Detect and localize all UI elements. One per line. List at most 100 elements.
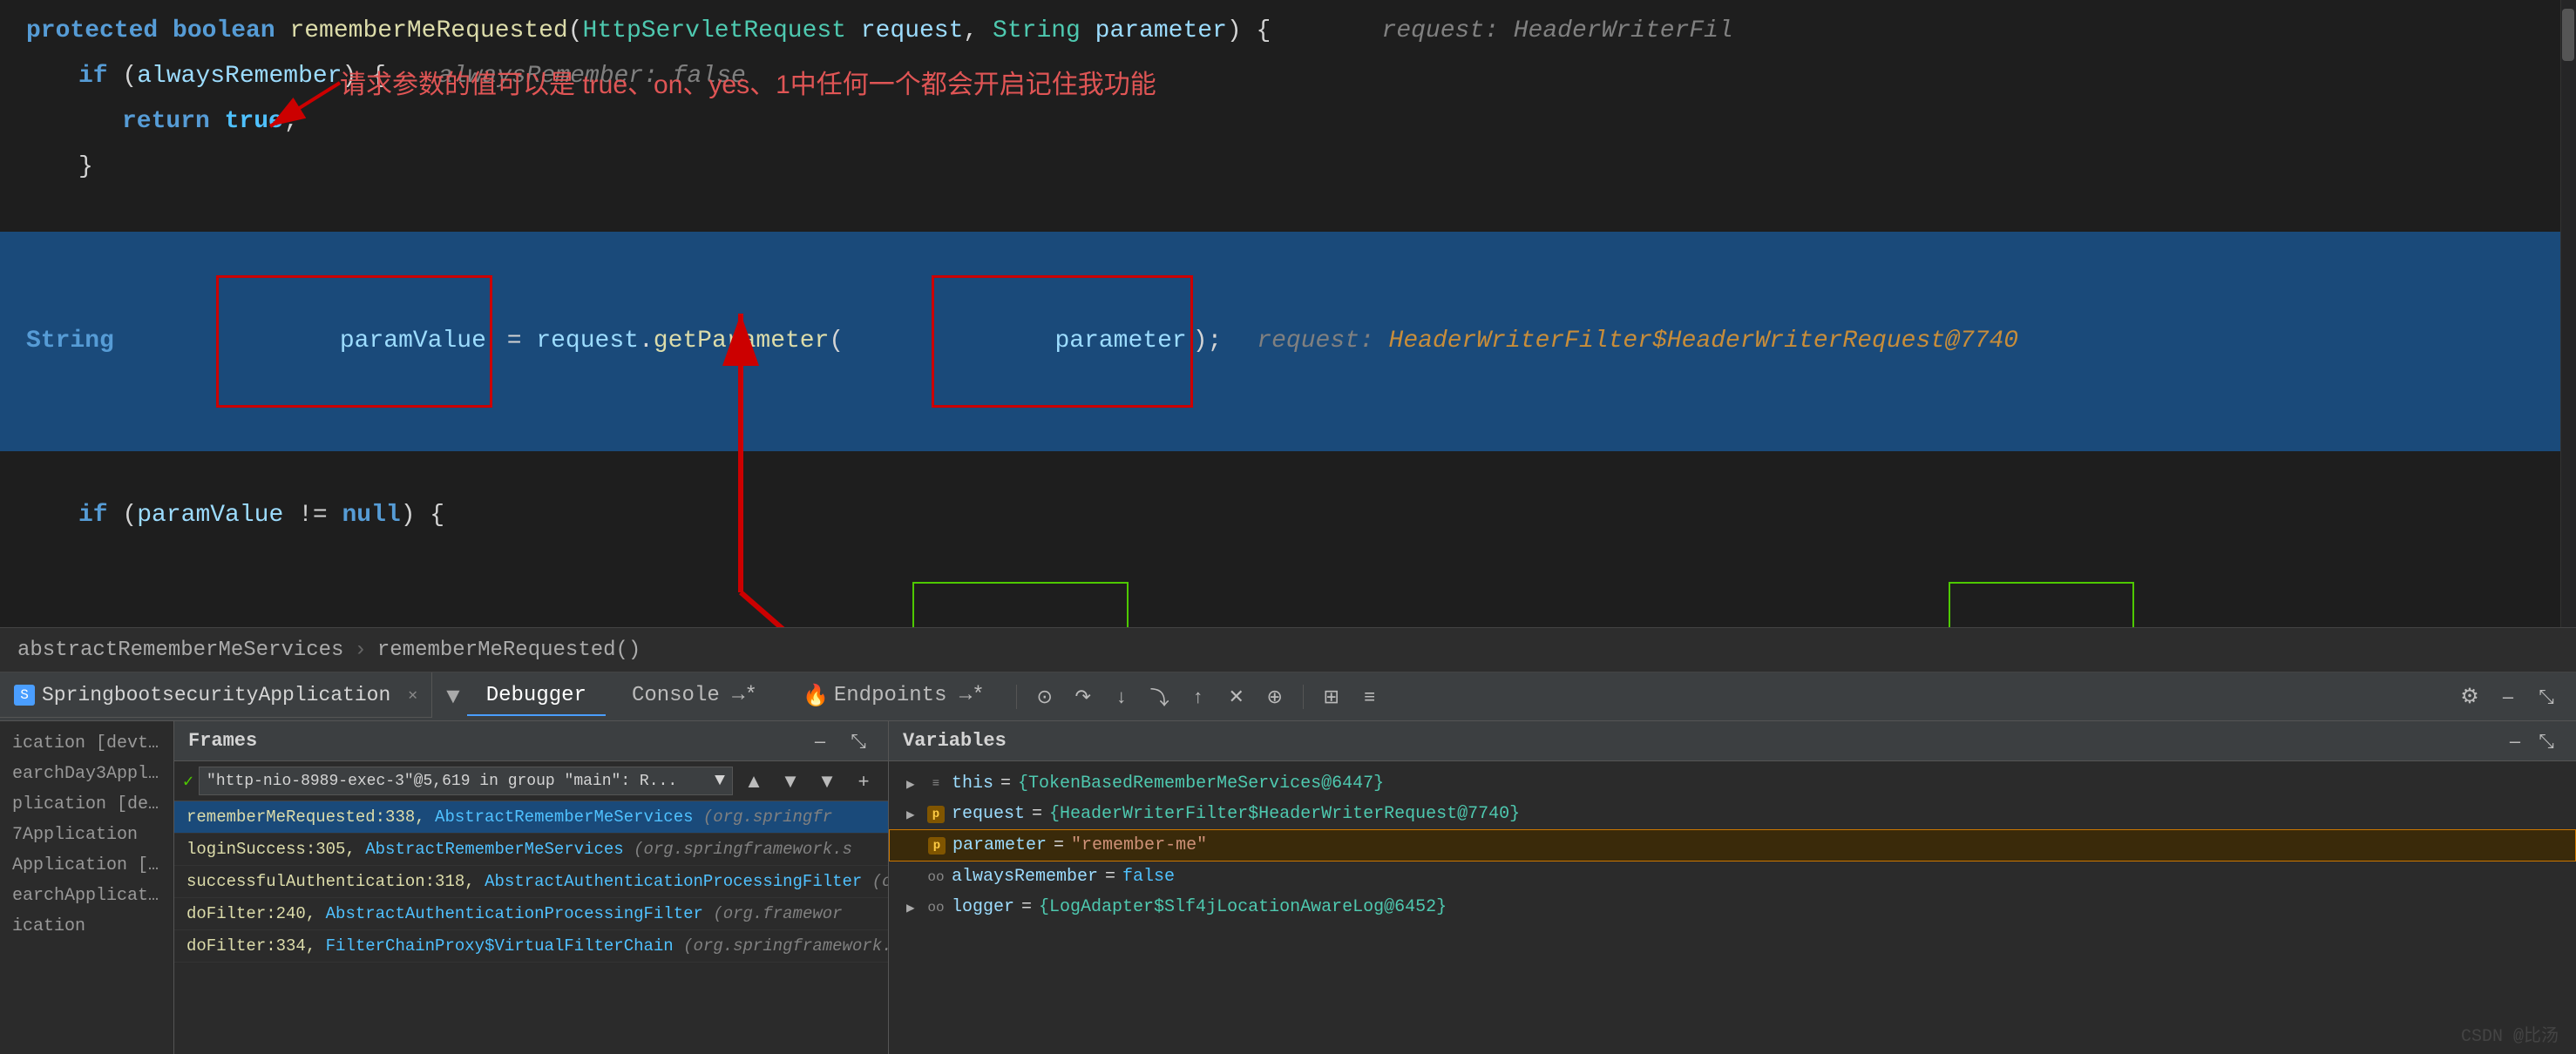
frames-panel: Frames – ⤡ ✓ "http-nio-8989-exec-3"@5,61… [174,721,889,1054]
var-this-badge: ≡ [927,777,945,791]
var-logger[interactable]: ▶ oo logger = {LogAdapter$Slf4jLocationA… [889,892,2576,922]
scrollbar-gutter [2560,0,2576,645]
frames-title: Frames [188,730,797,752]
sidebar-item-4[interactable]: 7Application [0,820,173,850]
close-brace: } [78,146,93,188]
close-tab-button[interactable]: ✕ [408,686,417,705]
sidebar-item-3[interactable]: plication [devtools] [0,789,173,820]
thread-label: "http-nio-8989-exec-3"@5,619 in group "m… [207,773,677,790]
sidebar-item-6[interactable]: earchApplication [devtoo [0,881,173,911]
restore-layout-button[interactable]: ⊞ [1316,681,1347,713]
thread-down-button[interactable]: ▼ [775,766,806,797]
frames-toolbar: ✓ "http-nio-8989-exec-3"@5,619 in group … [174,761,888,801]
scrollbar-thumb[interactable] [2562,9,2574,61]
tab-console-label: Console →* [632,684,757,707]
kw-null: null [342,495,400,537]
op-ne: != [283,495,342,537]
sep1 [1016,685,1017,709]
frame-item-2[interactable]: loginSuccess:305, AbstractRememberMeServ… [174,834,888,866]
val-true: true [225,101,283,143]
kw-string-type: String [26,321,129,362]
hint-request: request: HeaderWriterFil [1323,10,1732,52]
show-execution-point-button[interactable]: ⊙ [1029,681,1061,713]
thread-up-button[interactable]: ▲ [738,766,769,797]
frame-1-class: AbstractRememberMeServices [435,807,703,827]
var-list: ▶ ≡ this = {TokenBasedRememberMeServices… [889,761,2576,1054]
frame-3-method: successfulAuthentication:318, [186,872,485,891]
getparameter-method: getParameter [654,321,830,362]
frames-settings-button[interactable]: ⤡ [843,726,874,757]
thread-add-button[interactable]: + [848,766,879,797]
parameter-boxed: parameter [932,275,1193,408]
parens: ( [122,495,137,537]
tab-endpoints-label: Endpoints →* [834,684,985,707]
vars-pin-button[interactable]: – [2499,726,2531,757]
frame-1-pkg: (org.springfr [703,807,832,827]
param-type-1: HttpServletRequest [583,10,861,52]
var-request[interactable]: ▶ p request = {HeaderWriterFilter$Header… [889,799,2576,829]
frame-5-class: FilterChainProxy$VirtualFilterChain [326,936,683,956]
code-line-7: if ( paramValue != null ) { [0,493,2576,538]
param-parameter: parameter [1095,10,1227,52]
frame-item-3[interactable]: successfulAuthentication:318, AbstractAu… [174,866,888,898]
var-this-eq: = [1000,774,1011,794]
frame-item-4[interactable]: doFilter:240, AbstractAuthenticationProc… [174,898,888,930]
code-line-1: protected boolean rememberMeRequested ( … [0,9,2576,54]
maximize-button[interactable]: ⤡ [2531,681,2562,713]
tab-console[interactable]: Console →* [613,677,776,716]
frame-item-1[interactable]: rememberMeRequested:338, AbstractRemembe… [174,801,888,834]
var-this-val: {TokenBasedRememberMeServices@6447} [1018,774,1384,794]
settings-button[interactable]: ⚙ [2454,681,2485,713]
app-name: SpringbootsecurityApplication [42,684,390,706]
annotation-chinese: 请求参数的值可以是 true、on、yes、1中任何一个都会开启记住我功能 [340,63,1156,101]
param-type-2: String [993,10,1095,52]
step-into-my-code-button[interactable]: ⤵ [1144,681,1176,713]
layout-settings-button[interactable]: ≡ [1354,681,1386,713]
frame-item-5[interactable]: doFilter:334, FilterChainProxy$VirtualFi… [174,930,888,963]
sidebar-item-5[interactable]: Application [devtools] [0,850,173,881]
filter-icon[interactable]: ▼ [446,684,460,710]
parameter-var: parameter [1054,328,1186,355]
always-remember-var: alwaysRemember [137,56,342,98]
frame-1-method: rememberMeRequested:338, [186,807,435,827]
var-parameter-val: "remember-me" [1071,835,1207,855]
var-this-name: this [952,774,993,794]
frames-pin-button[interactable]: – [804,726,836,757]
var-always-remember[interactable]: oo alwaysRemember = false [889,861,2576,892]
thread-filter-button[interactable]: ▼ [811,766,843,797]
step-into-button[interactable]: ↓ [1106,681,1137,713]
semicolon: ; [283,101,298,143]
run-to-cursor-button[interactable]: ✕ [1221,681,1252,713]
assign: = [492,321,536,362]
evaluate-button[interactable]: ⊕ [1259,681,1291,713]
var-request-val: {HeaderWriterFilter$HeaderWriterRequest@… [1049,804,1520,824]
step-over-button[interactable]: ↷ [1068,681,1099,713]
vars-settings-button[interactable]: ⤡ [2531,726,2562,757]
frame-5-pkg: (org.springframework.s [683,936,888,956]
var-logger-badge: oo [927,900,945,915]
frame-4-class: AbstractAuthenticationProcessingFilter [326,904,714,923]
paramvalue-var: paramValue [340,328,486,355]
var-parameter[interactable]: p parameter = "remember-me" [889,829,2576,861]
frame-2-method: loginSuccess:305, [186,840,365,859]
kw-if: if [78,56,122,98]
sidebar-item-7[interactable]: ication [0,911,173,942]
code-line-3: return true ; [0,99,2576,145]
frame-5-method: doFilter:334, [186,936,326,956]
tab-debugger[interactable]: Debugger [467,677,606,716]
tab-endpoints[interactable]: 🔥 Endpoints →* [783,676,1004,718]
csdn-watermark: CSDN @比汤 [2461,1021,2559,1047]
thread-dropdown-icon: ▼ [715,771,725,791]
step-out-button[interactable]: ↑ [1183,681,1214,713]
minimize-button[interactable]: – [2492,681,2524,713]
code-area: protected boolean rememberMeRequested ( … [0,0,2576,645]
sidebar-item-1[interactable]: ication [devtools] [0,728,173,759]
keyword-protected: protected [26,10,173,52]
sidebar-item-2[interactable]: earchDay3Application [de [0,759,173,789]
frame-4-pkg: (org.framewor [713,904,842,923]
box-paramvalue: paramValue [129,233,492,449]
var-always-eq: = [1105,867,1115,887]
variables-header: Variables – ⤡ [889,721,2576,761]
thread-selector[interactable]: "http-nio-8989-exec-3"@5,619 in group "m… [199,767,733,795]
var-this[interactable]: ▶ ≡ this = {TokenBasedRememberMeServices… [889,768,2576,799]
